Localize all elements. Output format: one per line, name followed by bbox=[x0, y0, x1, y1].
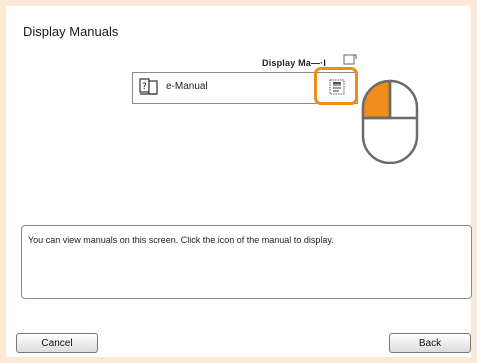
message-text: You can view manuals on this screen. Cli… bbox=[28, 235, 334, 245]
back-button[interactable]: Back bbox=[389, 333, 471, 353]
cancel-button[interactable]: Cancel bbox=[16, 333, 98, 353]
highlight-box bbox=[314, 67, 358, 105]
manual-label: e-Manual bbox=[166, 81, 208, 92]
display-manual-header-icon bbox=[343, 54, 357, 65]
display-manual-column-header: Display Ma—·l bbox=[262, 58, 327, 68]
question-book-icon: ? bbox=[139, 78, 158, 95]
svg-text:?: ? bbox=[142, 82, 147, 92]
page-title: Display Manuals bbox=[23, 24, 119, 39]
mouse-click-icon bbox=[361, 79, 419, 164]
